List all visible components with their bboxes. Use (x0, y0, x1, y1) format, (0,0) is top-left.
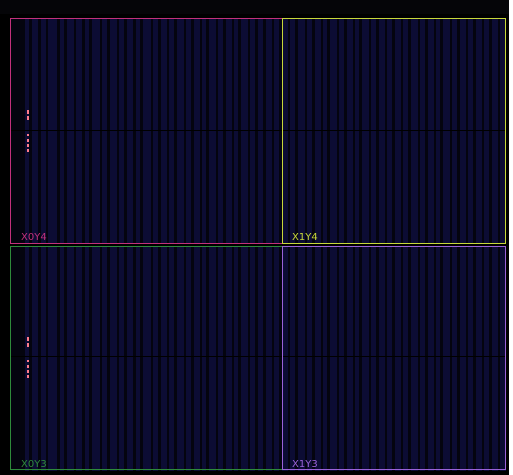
placed-site-marker[interactable] (27, 116, 29, 120)
clock-region-label: X0Y4 (21, 232, 47, 243)
placed-site-marker[interactable] (27, 343, 29, 347)
placed-site-marker[interactable] (27, 144, 29, 147)
clock-region-x1y3[interactable] (282, 246, 506, 470)
clock-region-label: X0Y3 (21, 459, 47, 470)
device-top-margin (0, 0, 509, 14)
placed-site-marker[interactable] (27, 375, 29, 378)
clock-region-x1y4[interactable] (282, 18, 506, 244)
placed-site-marker[interactable] (27, 370, 29, 373)
placed-site-marker[interactable] (27, 134, 29, 136)
placed-site-marker[interactable] (27, 365, 29, 368)
clock-region-x0y4[interactable] (10, 18, 283, 244)
placed-site-marker[interactable] (27, 337, 29, 341)
clock-region-label: X1Y3 (292, 459, 318, 470)
clock-region-label: X1Y4 (292, 232, 318, 243)
placed-site-marker[interactable] (27, 110, 29, 114)
placed-site-marker[interactable] (27, 139, 29, 142)
placed-site-marker[interactable] (27, 149, 29, 152)
fpga-device-view[interactable]: X0Y4 X1Y4 X0Y3 X1Y3 (0, 0, 509, 475)
clock-region-x0y3[interactable] (10, 246, 283, 470)
placed-site-marker[interactable] (27, 360, 29, 362)
